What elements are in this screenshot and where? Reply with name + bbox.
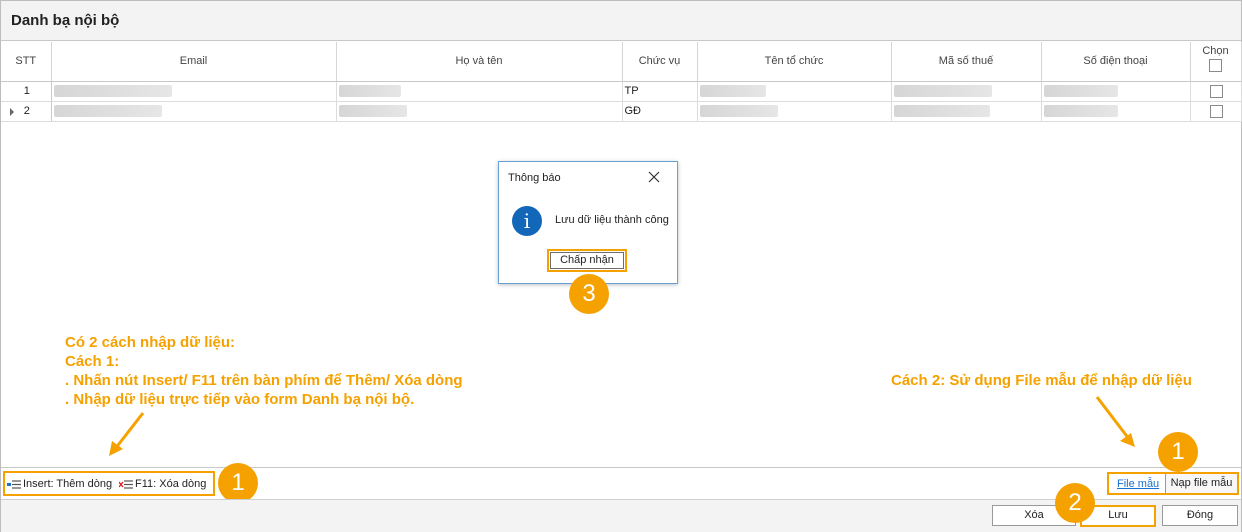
email-cell[interactable] <box>51 101 337 122</box>
contacts-window: Danh bạ nội bộ STT Email Họ và tên Chức … <box>0 0 1242 532</box>
redacted-value <box>1043 105 1118 118</box>
name-cell[interactable] <box>336 81 623 102</box>
column-header-org[interactable]: Tên tổ chức <box>697 42 892 82</box>
accept-button[interactable]: Chấp nhận <box>550 252 624 269</box>
redacted-value <box>1043 85 1118 98</box>
column-header-name[interactable]: Họ và tên <box>336 42 623 82</box>
template-file-link[interactable]: File mẫu <box>1117 478 1159 490</box>
tax-cell[interactable] <box>891 81 1042 102</box>
select-header-label: Chọn <box>1202 44 1229 57</box>
redacted-value <box>699 105 778 118</box>
step-badge-1-right: 1 <box>1158 432 1198 472</box>
dialog-message: Lưu dữ liệu thành công <box>555 214 669 226</box>
contacts-grid: STT Email Họ và tên Chức vụ Tên tổ chức … <box>1 42 1242 122</box>
close-icon[interactable] <box>647 170 661 184</box>
row-number-cell: 2 <box>1 101 52 122</box>
row-checkbox[interactable] <box>1210 84 1223 98</box>
annotation-line: . Nhấn nút Insert/ F11 trên bàn phím để … <box>65 372 463 389</box>
column-header-email[interactable]: Email <box>51 42 337 82</box>
position-cell[interactable]: GĐ <box>622 101 698 122</box>
row-number: 1 <box>1 81 52 102</box>
load-template-button[interactable]: Nạp file mẫu <box>1165 474 1237 493</box>
select-all-checkbox[interactable] <box>1209 58 1222 72</box>
column-header-tax[interactable]: Mã số thuế <box>891 42 1042 82</box>
annotation-line: Có 2 cách nhập dữ liệu: <box>65 334 236 351</box>
redacted-value <box>338 105 407 118</box>
name-cell[interactable] <box>336 101 623 122</box>
position-cell[interactable]: TP <box>622 81 698 102</box>
template-annotation: Cách 2: Sử dụng File mẫu để nhập dữ liệu <box>891 372 1192 389</box>
step-badge-1-left: 1 <box>218 463 258 503</box>
org-cell[interactable] <box>697 101 892 122</box>
redacted-value <box>53 105 162 118</box>
arrow-down-right-icon <box>1095 396 1135 447</box>
column-header-position[interactable]: Chức vụ <box>622 42 698 82</box>
arrow-down-left-icon <box>109 412 145 456</box>
insert-hint-label: Insert: Thêm dòng <box>23 478 113 490</box>
step-badge-2: 2 <box>1055 483 1095 523</box>
email-cell[interactable] <box>51 81 337 102</box>
select-cell <box>1190 81 1242 102</box>
redacted-value <box>338 85 401 98</box>
annotation-line: Cách 1: <box>65 353 120 370</box>
step-badge-3: 3 <box>569 274 609 314</box>
tax-cell[interactable] <box>891 101 1042 122</box>
title-bar: Danh bạ nội bộ <box>1 1 1241 41</box>
column-header-stt[interactable]: STT <box>1 42 52 82</box>
phone-cell[interactable] <box>1041 81 1191 102</box>
notification-dialog: Thông báo i Lưu dữ liệu thành công Chấp … <box>498 161 678 284</box>
delete-row-icon <box>119 479 133 489</box>
hotkey-hints: Insert: Thêm dòng F11: Xóa dòng <box>3 471 215 496</box>
phone-cell[interactable] <box>1041 101 1191 122</box>
table-row[interactable]: 1 TP <box>1 81 1242 102</box>
redacted-value <box>699 85 766 98</box>
row-indicator-icon <box>10 107 14 116</box>
window-title: Danh bạ nội bộ <box>11 12 120 29</box>
redacted-value <box>893 85 992 98</box>
org-cell[interactable] <box>697 81 892 102</box>
redacted-value <box>893 105 990 118</box>
close-button[interactable]: Đóng <box>1162 505 1238 526</box>
template-tools: File mẫu Nạp file mẫu <box>1107 472 1239 495</box>
row-checkbox[interactable] <box>1210 104 1223 118</box>
info-icon: i <box>512 206 542 236</box>
accept-button-highlight: Chấp nhận <box>547 249 627 272</box>
column-header-phone[interactable]: Số điện thoại <box>1041 42 1191 82</box>
column-header-select: Chọn <box>1190 42 1242 82</box>
insert-hint[interactable]: Insert: Thêm dòng <box>7 478 112 490</box>
row-number: 2 <box>23 105 30 117</box>
annotation-line: . Nhập dữ liệu trực tiếp vào form Danh b… <box>65 391 415 408</box>
add-row-icon <box>7 479 21 489</box>
redacted-value <box>53 85 172 98</box>
dialog-title: Thông báo <box>508 172 561 184</box>
instruction-annotation: Có 2 cách nhập dữ liệu: Cách 1: . Nhấn n… <box>65 333 463 409</box>
table-row[interactable]: 2 GĐ <box>1 101 1242 122</box>
select-cell <box>1190 101 1242 122</box>
delete-hint[interactable]: F11: Xóa dòng <box>119 478 206 490</box>
delete-hint-label: F11: Xóa dòng <box>135 478 207 490</box>
